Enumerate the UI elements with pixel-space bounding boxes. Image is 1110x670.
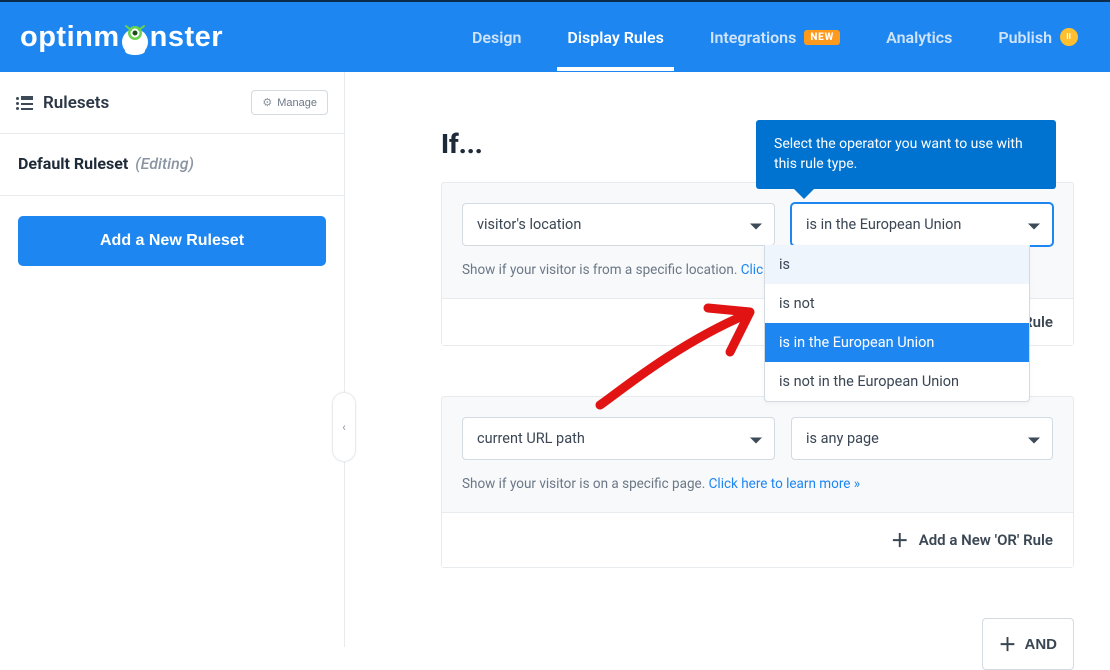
- nav-analytics[interactable]: Analytics: [886, 4, 952, 71]
- condition-value: visitor's location: [477, 216, 581, 233]
- ruleset-name: Default Ruleset: [18, 154, 128, 173]
- rulesets-icon: [16, 96, 33, 110]
- manage-label: Manage: [277, 97, 317, 109]
- operator-select[interactable]: is any page: [791, 417, 1053, 460]
- editing-label: (Editing): [135, 154, 194, 173]
- manage-button[interactable]: ⚙ Manage: [251, 90, 328, 115]
- chevron-down-icon: [1028, 430, 1040, 447]
- chevron-down-icon: [750, 216, 762, 233]
- operator-select[interactable]: is in the European Union: [791, 203, 1053, 246]
- plus-icon: ＋: [891, 527, 909, 553]
- dropdown-option[interactable]: is: [765, 245, 1029, 284]
- nav-design[interactable]: Design: [472, 4, 521, 71]
- nav-tabs: Design Display Rules Integrations NEW Ana…: [472, 4, 1088, 71]
- logo-text-pre: optinm: [20, 21, 120, 54]
- hint-link[interactable]: Clic: [741, 262, 763, 278]
- add-ruleset-button[interactable]: Add a New Ruleset: [18, 216, 326, 266]
- nav-label: Design: [472, 28, 521, 47]
- or-label: Add a New 'OR' Rule: [919, 531, 1053, 549]
- gear-icon: ⚙: [262, 96, 272, 109]
- operator-value: is any page: [806, 430, 879, 447]
- publish-status-icon: II: [1060, 28, 1078, 46]
- chevron-down-icon: [1028, 216, 1040, 233]
- condition-value: current URL path: [477, 430, 585, 447]
- add-or-rule-button[interactable]: ＋ Add a New 'OR' Rule: [442, 512, 1073, 567]
- rule-block-2: current URL path is any page Show if you…: [441, 396, 1074, 568]
- condition-select[interactable]: visitor's location: [462, 203, 775, 246]
- hint-text: Show if your visitor is on a specific pa…: [462, 476, 709, 492]
- ruleset-row[interactable]: Default Ruleset (Editing): [0, 134, 344, 196]
- nav-label: Publish: [998, 28, 1052, 47]
- hint-link[interactable]: Click here to learn more »: [709, 476, 860, 492]
- nav-label: Integrations: [710, 28, 796, 47]
- dropdown-option[interactable]: is in the European Union: [765, 323, 1029, 362]
- hint-text: Show if your visitor is from a specific …: [462, 262, 741, 278]
- plus-icon: ＋: [999, 631, 1017, 657]
- nav-label: Analytics: [886, 28, 952, 47]
- operator-dropdown: is is not is in the European Union is no…: [764, 245, 1030, 402]
- chevron-down-icon: [750, 430, 762, 447]
- dropdown-option[interactable]: is not: [765, 284, 1029, 323]
- operator-value: is in the European Union: [806, 216, 961, 233]
- logo: optinm nster: [20, 21, 223, 54]
- rule-hint: Show if your visitor is on a specific pa…: [462, 476, 1053, 492]
- condition-select[interactable]: current URL path: [462, 417, 775, 460]
- nav-integrations[interactable]: Integrations NEW: [710, 4, 840, 71]
- sidebar-header: Rulesets ⚙ Manage: [0, 72, 344, 134]
- operator-tooltip: Select the operator you want to use with…: [756, 120, 1056, 189]
- sidebar-title: Rulesets: [43, 93, 109, 113]
- nav-label: Display Rules: [567, 28, 663, 47]
- logo-eye-icon: [118, 23, 152, 57]
- and-label: AND: [1025, 636, 1058, 653]
- nav-display-rules[interactable]: Display Rules: [567, 4, 663, 71]
- top-navbar: optinm nster Design Display Rules Integr…: [0, 0, 1110, 72]
- and-button[interactable]: ＋ AND: [982, 618, 1075, 670]
- sidebar: Rulesets ⚙ Manage Default Ruleset (Editi…: [0, 72, 345, 647]
- dropdown-option[interactable]: is not in the European Union: [765, 362, 1029, 401]
- new-badge: NEW: [804, 30, 840, 45]
- logo-text-post: nster: [150, 21, 223, 54]
- nav-publish[interactable]: Publish II: [998, 4, 1078, 71]
